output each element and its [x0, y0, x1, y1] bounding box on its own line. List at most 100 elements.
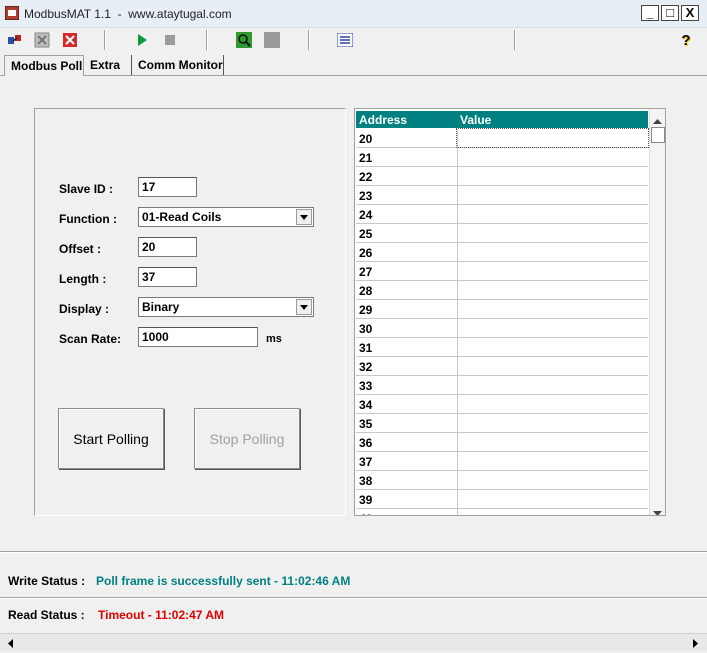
value-cell[interactable]: [457, 148, 648, 166]
address-cell: 38: [359, 474, 373, 488]
table-header: Address Value: [356, 111, 648, 128]
display-select[interactable]: Binary: [138, 297, 314, 317]
slave-id-label: Slave ID :: [59, 182, 114, 196]
offset-input[interactable]: 20: [138, 237, 197, 257]
window-title: ModbusMAT 1.1 - www.ataytugal.com: [24, 7, 232, 21]
title-bar: ModbusMAT 1.1 - www.ataytugal.com _ □ X: [0, 0, 707, 28]
table-row[interactable]: 31: [356, 338, 648, 357]
value-cell[interactable]: [457, 281, 648, 299]
slave-id-input[interactable]: 17: [138, 177, 197, 197]
table-row[interactable]: 23: [356, 186, 648, 205]
network-icon[interactable]: [33, 31, 51, 49]
column-header-address: Address: [359, 113, 408, 127]
value-cell[interactable]: [457, 262, 648, 280]
toolbar-separator: [308, 30, 310, 50]
maximize-button[interactable]: □: [661, 5, 679, 21]
scroll-down-icon[interactable]: [653, 505, 662, 515]
table-row[interactable]: 39: [356, 490, 648, 509]
table-row[interactable]: 32: [356, 357, 648, 376]
search-icon[interactable]: [235, 31, 253, 49]
scan-rate-label: Scan Rate:: [59, 332, 122, 346]
table-row[interactable]: 38: [356, 471, 648, 490]
value-cell[interactable]: [457, 376, 648, 394]
table-row[interactable]: 36: [356, 433, 648, 452]
value-cell[interactable]: [457, 357, 648, 375]
function-select-value: 01-Read Coils: [142, 210, 222, 224]
stop-icon[interactable]: [161, 31, 179, 49]
start-polling-button[interactable]: Start Polling: [58, 408, 164, 469]
scroll-right-icon[interactable]: [687, 635, 703, 651]
value-cell[interactable]: [457, 319, 648, 337]
value-cell[interactable]: [457, 205, 648, 223]
table-row[interactable]: 25: [356, 224, 648, 243]
close-button[interactable]: X: [681, 5, 699, 21]
help-icon[interactable]: ?: [677, 31, 695, 49]
scan-rate-unit: ms: [266, 333, 282, 345]
address-cell: 29: [359, 303, 373, 317]
table-row[interactable]: 35: [356, 414, 648, 433]
length-label: Length :: [59, 272, 107, 286]
table-row[interactable]: 34: [356, 395, 648, 414]
value-cell[interactable]: [457, 395, 648, 413]
value-cell[interactable]: [457, 509, 648, 515]
toolbar-separator: [514, 30, 516, 50]
gray-square-icon[interactable]: [263, 31, 281, 49]
stop-polling-button[interactable]: Stop Polling: [194, 408, 300, 469]
scan-rate-input[interactable]: 1000: [138, 327, 258, 347]
tab-extra[interactable]: Extra: [84, 55, 132, 75]
value-cell[interactable]: [457, 452, 648, 470]
table-row[interactable]: 21: [356, 148, 648, 167]
list-icon[interactable]: [336, 31, 354, 49]
value-cell[interactable]: [457, 414, 648, 432]
tab-comm-monitor[interactable]: Comm Monitor: [132, 55, 224, 75]
address-cell: 37: [359, 455, 373, 469]
value-cell[interactable]: [457, 186, 648, 204]
vertical-scrollbar[interactable]: [649, 109, 665, 515]
value-cell[interactable]: [457, 243, 648, 261]
divider: [0, 551, 707, 553]
value-cell[interactable]: [457, 167, 648, 185]
chevron-down-icon[interactable]: [296, 299, 312, 315]
table-row[interactable]: 22: [356, 167, 648, 186]
length-input[interactable]: 37: [138, 267, 197, 287]
offset-label: Offset :: [59, 242, 101, 256]
table-row[interactable]: 40: [356, 509, 648, 515]
value-cell[interactable]: [457, 224, 648, 242]
table-row[interactable]: 24: [356, 205, 648, 224]
value-cell[interactable]: [457, 490, 648, 508]
function-select[interactable]: 01-Read Coils: [138, 207, 314, 227]
table-row[interactable]: 33: [356, 376, 648, 395]
table-row[interactable]: 20: [356, 128, 649, 148]
value-cell[interactable]: [457, 338, 648, 356]
scroll-up-icon[interactable]: [653, 113, 662, 127]
address-cell: 39: [359, 493, 373, 507]
value-cell[interactable]: [457, 471, 648, 489]
address-cell: 34: [359, 398, 373, 412]
value-cell[interactable]: [457, 433, 648, 451]
table-row[interactable]: 26: [356, 243, 648, 262]
function-label: Function :: [59, 212, 117, 226]
value-cell[interactable]: [456, 128, 649, 148]
toolbar: ?: [0, 28, 707, 52]
horizontal-scrollbar[interactable]: [0, 633, 707, 651]
chevron-down-icon[interactable]: [296, 209, 312, 225]
value-cell[interactable]: [457, 300, 648, 318]
scroll-left-icon[interactable]: [2, 635, 18, 651]
table-row[interactable]: 29: [356, 300, 648, 319]
write-status-value: Poll frame is successfully sent - 11:02:…: [96, 574, 351, 588]
display-select-value: Binary: [142, 300, 180, 314]
read-status-label: Read Status :: [8, 608, 85, 622]
table-row[interactable]: 37: [356, 452, 648, 471]
disconnect-icon[interactable]: [61, 31, 79, 49]
minimize-button[interactable]: _: [641, 5, 659, 21]
play-icon[interactable]: [133, 31, 151, 49]
table-row[interactable]: 27: [356, 262, 648, 281]
table-row[interactable]: 28: [356, 281, 648, 300]
tab-modbus-poll[interactable]: Modbus Poll: [4, 55, 84, 76]
register-table[interactable]: Address Value 20 21 22 23 24 25 26 27 28 29 30 31 32…: [354, 108, 666, 516]
scrollbar-thumb[interactable]: [651, 127, 665, 143]
display-label: Display :: [59, 302, 110, 316]
connect-icon[interactable]: [6, 31, 24, 49]
address-cell: 31: [359, 341, 373, 355]
table-row[interactable]: 30: [356, 319, 648, 338]
